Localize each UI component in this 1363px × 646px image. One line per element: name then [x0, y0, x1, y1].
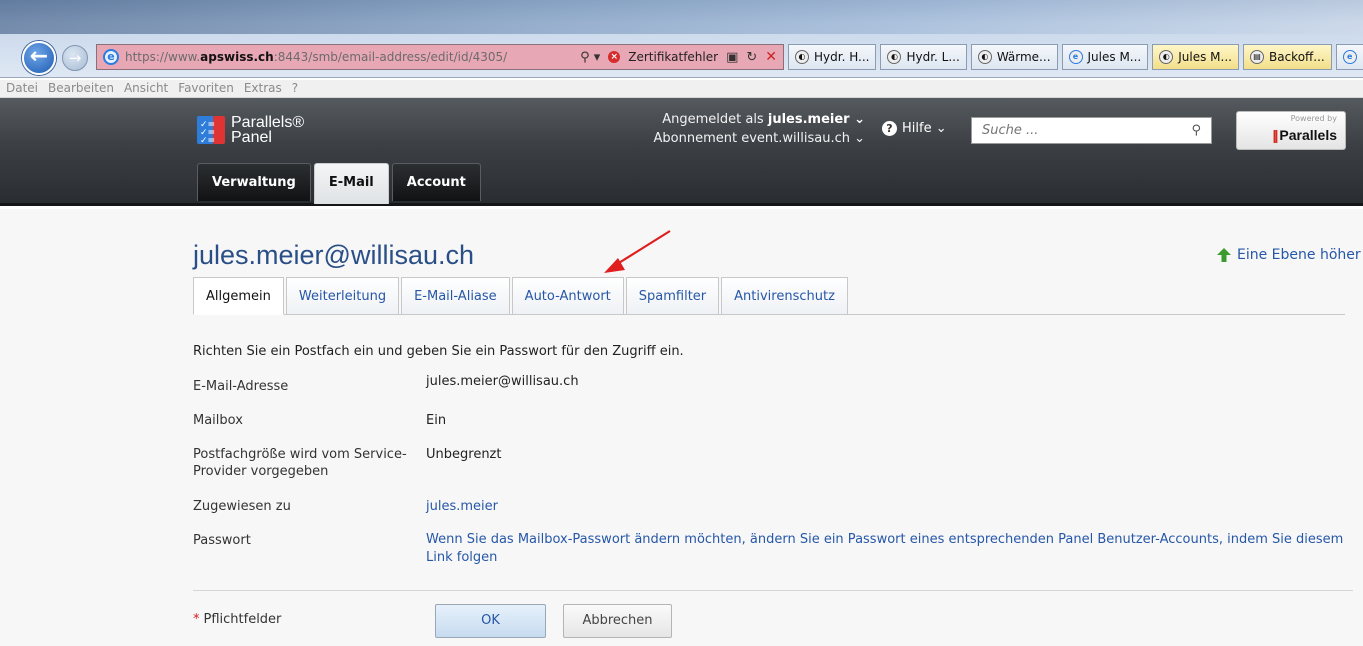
browser-tabs: ◐ Hydr. H... ◐ Hydr. L... ◐ Wärme... e Jules…	[788, 44, 1363, 70]
page-title: jules.meier@willisau.ch	[193, 240, 474, 270]
field-value-email: jules.meier@willisau.ch	[426, 374, 579, 389]
menu-extras[interactable]: Extras	[244, 80, 282, 97]
tab-weiterleitung[interactable]: Weiterleitung	[285, 277, 400, 315]
window-titlebar	[0, 0, 1363, 34]
tab-verwaltung[interactable]: Verwaltung	[197, 163, 311, 201]
ok-button[interactable]: OK	[435, 604, 546, 638]
browser-tab[interactable]: ◐ Hydr. L...	[880, 44, 967, 70]
ie-icon: e	[1342, 50, 1357, 64]
refresh-icon[interactable]: ↻	[746, 50, 757, 65]
menu-favoriten[interactable]: Favoriten	[178, 80, 234, 97]
browser-tab-active[interactable]: e Jules M...	[1061, 44, 1149, 70]
field-label-quota: Postfachgröße wird vom Service-Provider …	[193, 447, 407, 479]
menu-help[interactable]: ?	[292, 80, 298, 97]
login-info: Angemeldet als jules.meier ⌄ Abonnement …	[653, 112, 865, 146]
required-note: * Pflichtfelder	[193, 612, 282, 627]
field-value-quota: Unbegrenzt	[426, 447, 502, 462]
search-icon[interactable]: ⚲	[1191, 123, 1201, 138]
address-bar[interactable]: e https://www.apswiss.ch:8443/smb/email-…	[96, 44, 784, 70]
powered-by-badge[interactable]: Powered by Parallels	[1236, 111, 1346, 150]
help-icon: ?	[882, 121, 897, 136]
menu-bearbeiten[interactable]: Bearbeiten	[48, 80, 114, 97]
menu-ansicht[interactable]: Ansicht	[124, 80, 168, 97]
back-button[interactable]: ←	[22, 41, 56, 75]
password-change-link[interactable]: Wenn Sie das Mailbox-Passwort ändern möc…	[426, 531, 1346, 567]
arrow-up-icon	[1217, 248, 1231, 262]
search-input[interactable]	[982, 123, 1192, 138]
ie-page-icon: ◐	[795, 50, 809, 64]
forward-button[interactable]: →	[62, 45, 88, 71]
ie-icon: e	[1068, 50, 1083, 64]
field-label-email: E-Mail-Adresse	[193, 379, 289, 394]
cancel-button[interactable]: Abbrechen	[563, 604, 672, 638]
form-divider	[193, 590, 1353, 591]
mailbox-tabs: Allgemein Weiterleitung E-Mail-Aliase Au…	[193, 277, 1345, 315]
tab-antivirenschutz[interactable]: Antivirenschutz	[721, 277, 848, 315]
search-dropdown-icon[interactable]: ⚲ ▾	[580, 50, 600, 65]
panel-tabs: Verwaltung E-Mail Account	[197, 163, 481, 204]
intro-text: Richten Sie ein Postfach ein und geben S…	[193, 344, 684, 359]
user-menu[interactable]: jules.meier ⌄	[768, 112, 865, 127]
parallels-logo-icon: ✓= ✓= ✓=	[197, 116, 225, 146]
url-text[interactable]: https://www.apswiss.ch:8443/smb/email-ad…	[125, 50, 507, 64]
menu-datei[interactable]: Datei	[6, 80, 38, 97]
subscription-menu[interactable]: event.willisau.ch ⌄	[741, 131, 865, 146]
tab-allgemein[interactable]: Allgemein	[193, 277, 284, 315]
assigned-user-link[interactable]: jules.meier	[426, 498, 498, 516]
field-label-password: Passwort	[193, 533, 251, 548]
tab-account[interactable]: Account	[391, 163, 481, 201]
field-value-mailbox: Ein	[426, 413, 447, 428]
tab-email-aliase[interactable]: E-Mail-Aliase	[401, 277, 510, 315]
tab-auto-antwort[interactable]: Auto-Antwort	[511, 277, 624, 315]
stop-icon[interactable]: ✕	[765, 49, 777, 65]
certificate-error-label[interactable]: Zertifikatfehler	[628, 50, 718, 64]
parallels-logo[interactable]: ✓= ✓= ✓= Parallels® Panel	[197, 115, 304, 146]
up-level-link[interactable]: Eine Ebene höher	[1217, 247, 1361, 263]
browser-menubar: Datei Bearbeiten Ansicht Favoriten Extra…	[0, 80, 1363, 98]
ie-page-icon: ◐	[1159, 50, 1174, 64]
tab-spamfilter[interactable]: Spamfilter	[625, 277, 720, 315]
compatibility-icon[interactable]: ▣	[726, 50, 738, 65]
search-box[interactable]: ⚲	[971, 117, 1212, 144]
help-menu[interactable]: ? Hilfe ⌄	[882, 121, 947, 136]
browser-tab[interactable]: ▤ Backoff...	[1242, 44, 1332, 70]
ie-page-icon: ◐	[887, 50, 902, 64]
ie-icon: e	[103, 49, 119, 65]
field-label-mailbox: Mailbox	[193, 413, 243, 428]
doc-icon: ▤	[1249, 50, 1264, 64]
tab-email[interactable]: E-Mail	[313, 163, 389, 204]
browser-tab[interactable]: ◐ Hydr. H...	[788, 44, 877, 70]
field-label-assigned: Zugewiesen zu	[193, 499, 291, 514]
browser-tab[interactable]: ◐ Jules M...	[1152, 44, 1239, 70]
ie-page-icon: ◐	[977, 50, 992, 64]
browser-tab[interactable]: ◐ Wärme...	[970, 44, 1058, 70]
new-tab-button[interactable]: e	[1335, 44, 1363, 70]
certificate-error-icon[interactable]: ×	[608, 51, 621, 63]
